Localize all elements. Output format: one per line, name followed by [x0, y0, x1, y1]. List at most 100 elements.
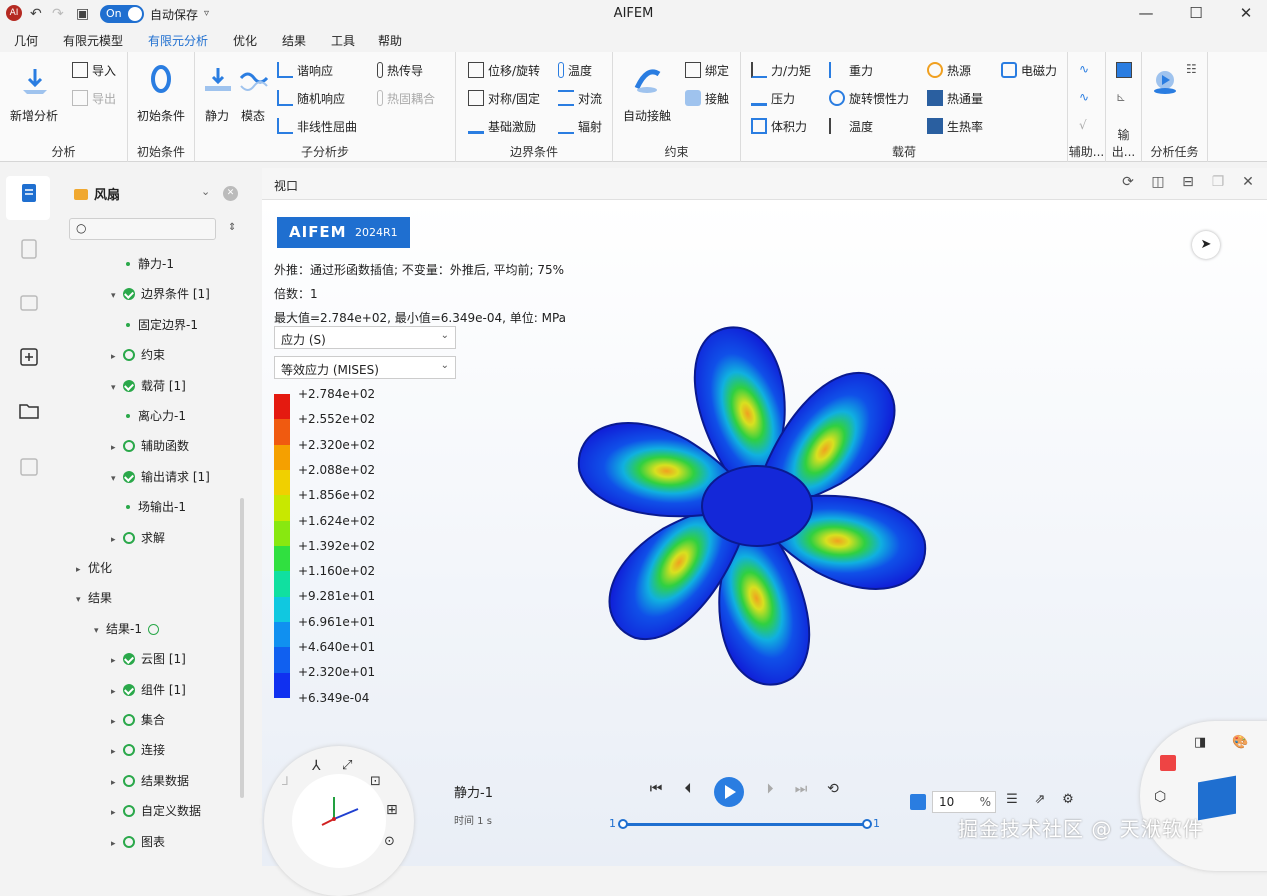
tree-node[interactable]: ▸ 组件 [1]	[111, 682, 186, 700]
tree-node[interactable]: ▾ 结果	[76, 590, 112, 608]
close-icon[interactable]: ✕	[1236, 4, 1256, 22]
chevron-down-icon[interactable]: ▾	[94, 623, 106, 639]
tree-node[interactable]: ▾ 边界条件 [1]	[111, 286, 210, 304]
tie-button[interactable]: 绑定	[685, 62, 729, 79]
chevron-right-icon[interactable]: ▸	[111, 775, 123, 791]
menu-tools[interactable]: 工具	[331, 32, 355, 49]
menu-results[interactable]: 结果	[282, 32, 306, 49]
symmetry-button[interactable]: 对称/固定	[468, 90, 540, 107]
tree-node[interactable]: ▸ 求解	[111, 530, 165, 548]
tree-node[interactable]: ▾ 载荷 [1]	[111, 378, 186, 396]
chevron-right-icon[interactable]: ▸	[76, 562, 88, 578]
menu-fe-analysis[interactable]: 有限元分析	[148, 32, 209, 54]
tree-search-input[interactable]: ○	[69, 218, 216, 240]
job-run-icon[interactable]	[1150, 66, 1180, 96]
thermo-coupling-button[interactable]: 热固耦合	[377, 90, 435, 107]
report-icon[interactable]	[18, 238, 40, 260]
export-button[interactable]: 导出	[72, 90, 116, 107]
slider-handle-end[interactable]	[862, 819, 872, 829]
menu-optimize[interactable]: 优化	[233, 32, 257, 49]
tree-scrollbar[interactable]	[240, 498, 244, 798]
bc-temperature-button[interactable]: 温度	[558, 62, 592, 79]
frame-slider[interactable]	[618, 819, 872, 829]
tree-node[interactable]: ▸ 辅助函数	[111, 438, 189, 456]
body-force-button[interactable]: 体积力	[751, 118, 807, 135]
chevron-down-icon[interactable]: ▾	[111, 380, 123, 396]
chevron-right-icon[interactable]: ▸	[111, 805, 123, 821]
tree-node[interactable]: 静力-1	[126, 256, 174, 272]
import-button[interactable]: 导入	[72, 62, 116, 79]
aux-function-3-icon[interactable]: √	[1079, 118, 1087, 132]
cursor-select-icon[interactable]: ➤	[1192, 231, 1220, 259]
chevron-right-icon[interactable]: ▸	[111, 440, 123, 456]
displacement-button[interactable]: 位移/旋转	[468, 62, 540, 79]
tree-node[interactable]: ▸ 约束	[111, 347, 165, 365]
load-temperature-button[interactable]: 温度	[829, 118, 873, 135]
modal-button[interactable]: 模态	[241, 107, 265, 124]
heat-source-button[interactable]: 热源	[927, 62, 971, 79]
model-icon[interactable]	[18, 292, 40, 314]
wireframe-cube-icon[interactable]: ⬡	[1154, 789, 1166, 805]
navigation-wheel[interactable]: ⅃ ⅄ ⤢ ⊡ ⊞ ⊙	[264, 746, 414, 896]
chevron-right-icon[interactable]: ▸	[111, 836, 123, 852]
convection-button[interactable]: 对流	[558, 90, 602, 107]
chevron-right-icon[interactable]: ▸	[111, 349, 123, 365]
play-button[interactable]	[714, 777, 744, 807]
refresh-icon[interactable]: ⟳	[1118, 174, 1138, 190]
tree-node[interactable]: 离心力-1	[126, 408, 186, 424]
menu-help[interactable]: 帮助	[378, 32, 402, 49]
3d-view[interactable]: AIFEM 2024R1 外推：通过形函数插值; 不变量：外推后, 平均前; 7…	[262, 201, 1267, 896]
fit-view-icon[interactable]: ⤢	[342, 758, 352, 773]
chevron-right-icon[interactable]: ▸	[111, 744, 123, 760]
export-image-icon[interactable]	[18, 456, 40, 478]
initial-condition-button[interactable]: 初始条件	[137, 107, 185, 124]
zoom-window-icon[interactable]: ⊡	[370, 774, 381, 789]
auto-contact-button[interactable]: 自动接触	[623, 107, 671, 124]
close-icon[interactable]: ✕	[1238, 174, 1258, 190]
restore-icon[interactable]: ❐	[1208, 174, 1228, 190]
chevron-down-icon[interactable]: ▾	[111, 288, 123, 304]
chevron-down-icon[interactable]: ▾	[111, 471, 123, 487]
tree-node[interactable]: ▸ 连接	[111, 742, 165, 760]
job-manager-icon[interactable]: ☷	[1186, 62, 1197, 76]
pressure-button[interactable]: 压力	[751, 90, 795, 107]
random-button[interactable]: 随机响应	[277, 90, 345, 107]
menu-fe-model[interactable]: 有限元模型	[63, 32, 123, 49]
list-settings-icon[interactable]: ☰	[1002, 792, 1022, 807]
prev-frame-icon[interactable]: ⏴	[678, 781, 698, 797]
axes-icon[interactable]: ⅄	[312, 758, 321, 774]
add-icon[interactable]	[18, 346, 40, 368]
variable-select[interactable]: 应力 (S) ⌄	[274, 326, 456, 349]
static-button[interactable]: 静力	[205, 107, 229, 124]
heat-flux-button[interactable]: 热通量	[927, 90, 983, 107]
chevron-down-icon[interactable]: ⌄	[201, 185, 210, 198]
chevron-right-icon[interactable]: ▸	[111, 714, 123, 730]
heat-generation-button[interactable]: 生热率	[927, 118, 983, 135]
palette-icon[interactable]: 🎨	[1232, 735, 1248, 750]
field-output-icon[interactable]	[1116, 62, 1136, 78]
tree-node[interactable]: 固定边界-1	[126, 317, 198, 333]
tree-node[interactable]: ▸ 云图 [1]	[111, 651, 186, 669]
expand-collapse-icon[interactable]: ⇕	[228, 222, 236, 233]
tree-node[interactable]: ▸ 结果数据	[111, 773, 189, 791]
grid-icon[interactable]: ⊞	[386, 802, 398, 818]
contact-button[interactable]: 接触	[685, 90, 729, 107]
base-excitation-button[interactable]: 基础激励	[468, 118, 536, 135]
chevron-down-icon[interactable]: ▾	[76, 592, 88, 608]
minimize-icon[interactable]: —	[1136, 4, 1156, 22]
em-force-button[interactable]: 电磁力	[1001, 62, 1057, 79]
gravity-button[interactable]: 重力	[829, 62, 873, 79]
new-analysis-button[interactable]: 新增分析	[10, 107, 58, 124]
tree-node[interactable]: ▸ 图表	[111, 834, 165, 852]
document-icon[interactable]	[18, 182, 40, 204]
folder-open-icon[interactable]	[18, 400, 40, 422]
force-moment-button[interactable]: 力/力矩	[751, 62, 811, 79]
heat-transfer-button[interactable]: 热传导	[377, 62, 423, 79]
component-select[interactable]: 等效应力 (MISES) ⌄	[274, 356, 456, 379]
view-mirror-icon[interactable]: ◨	[1194, 735, 1206, 750]
next-frame-icon[interactable]: ⏵	[760, 781, 780, 797]
gear-icon[interactable]: ⚙	[1058, 792, 1078, 807]
tree-node[interactable]: 场输出-1	[126, 499, 186, 515]
tree-node[interactable]: ▸ 优化	[76, 560, 112, 578]
menu-geometry[interactable]: 几何	[14, 32, 38, 49]
